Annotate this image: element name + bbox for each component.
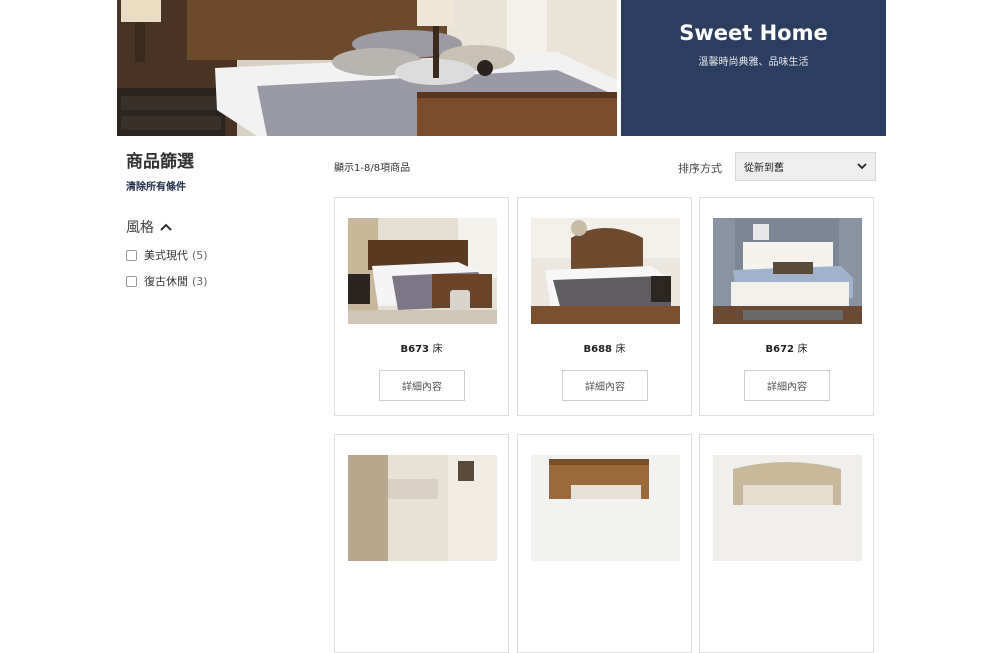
product-card[interactable]: B688 床 詳細內容 bbox=[517, 197, 692, 416]
filter-option-count: (5) bbox=[192, 248, 208, 262]
filter-sidebar: 商品篩選 清除所有條件 風格 美式現代 (5) 復古休閒 (3) bbox=[126, 150, 316, 289]
product-image[interactable] bbox=[713, 455, 862, 561]
product-name[interactable]: B673 床 bbox=[335, 340, 508, 355]
details-button[interactable]: 詳細內容 bbox=[379, 370, 465, 401]
clear-filters-link[interactable]: 清除所有條件 bbox=[126, 178, 316, 193]
product-image[interactable] bbox=[348, 455, 497, 561]
checkbox[interactable] bbox=[126, 249, 137, 261]
filter-option-label: 美式現代 bbox=[144, 249, 188, 262]
product-card[interactable]: B672 床 詳細內容 bbox=[699, 197, 874, 416]
product-type: 床 bbox=[615, 344, 626, 355]
filter-option-modern[interactable]: 美式現代 (5) bbox=[126, 247, 316, 263]
product-name[interactable]: B672 床 bbox=[700, 340, 873, 355]
banner-subtitle: 溫馨時尚典雅、品味生活 bbox=[698, 57, 809, 68]
product-image[interactable] bbox=[531, 218, 680, 324]
product-type: 床 bbox=[432, 344, 443, 355]
style-filter-toggle[interactable]: 風格 bbox=[126, 217, 316, 237]
product-name[interactable]: B688 床 bbox=[518, 340, 691, 355]
style-filter-heading: 風格 bbox=[126, 220, 154, 236]
product-card[interactable] bbox=[517, 434, 692, 653]
product-type: 床 bbox=[797, 344, 808, 355]
sort-select[interactable]: 從新到舊 bbox=[735, 152, 876, 181]
product-card[interactable] bbox=[334, 434, 509, 653]
filter-option-vintage[interactable]: 復古休閒 (3) bbox=[126, 273, 316, 289]
product-card[interactable] bbox=[699, 434, 874, 653]
sort-label: 排序方式 bbox=[678, 162, 722, 175]
filter-option-count: (3) bbox=[192, 274, 208, 288]
product-code: B688 bbox=[583, 344, 613, 355]
details-button[interactable]: 詳細內容 bbox=[744, 370, 830, 401]
banner-panel: Sweet Home 溫馨時尚典雅、品味生活 bbox=[621, 0, 886, 136]
filter-title: 商品篩選 bbox=[126, 152, 194, 172]
product-card[interactable]: B673 床 詳細內容 bbox=[334, 197, 509, 416]
filter-option-label: 復古休閒 bbox=[144, 275, 188, 288]
details-button[interactable]: 詳細內容 bbox=[562, 370, 648, 401]
product-image[interactable] bbox=[713, 218, 862, 324]
checkbox[interactable] bbox=[126, 275, 137, 287]
product-code: B673 bbox=[400, 344, 430, 355]
banner-title: Sweet Home bbox=[679, 21, 828, 45]
results-count: 顯示1-8/8項商品 bbox=[334, 163, 411, 174]
product-code: B672 bbox=[765, 344, 795, 355]
chevron-down-icon bbox=[857, 163, 867, 170]
chevron-up-icon bbox=[160, 223, 172, 231]
product-image[interactable] bbox=[531, 455, 680, 561]
sort-value: 從新到舊 bbox=[744, 163, 784, 174]
product-image[interactable] bbox=[348, 218, 497, 324]
bedroom-photo bbox=[117, 0, 617, 136]
hero-banner: Sweet Home 溫馨時尚典雅、品味生活 bbox=[117, 0, 886, 136]
